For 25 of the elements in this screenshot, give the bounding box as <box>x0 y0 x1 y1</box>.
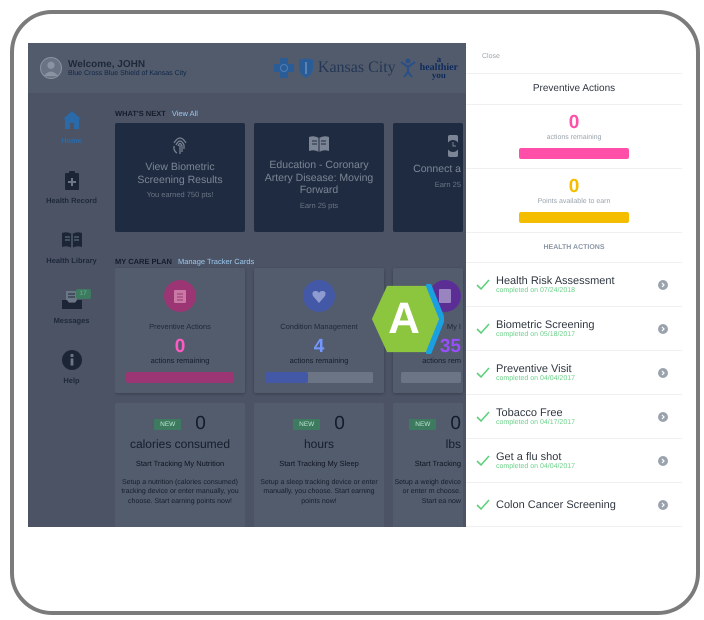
action-name: Tobacco Free <box>496 407 563 419</box>
action-count: 35 <box>440 337 461 356</box>
card-title: Connect a <box>413 163 461 176</box>
step-letter: A <box>387 293 421 345</box>
action-name: Preventive Visit <box>496 363 572 375</box>
card-title: View Biometric Screening Results <box>136 161 224 186</box>
tracker-value: 0 <box>195 413 206 435</box>
tracker-unit: calories consumed <box>130 437 230 451</box>
action-count: 0 <box>174 337 186 356</box>
action-name: Get a flu shot <box>496 451 562 463</box>
tracker-unit: lbs <box>446 437 461 451</box>
card-title: Education - Coronary Artery Disease: Moving Forward <box>264 159 374 197</box>
action-name: Biometric Screening <box>496 319 596 331</box>
action-name: Health Risk Assessment <box>496 275 616 287</box>
tagline-text: healthier <box>420 64 458 72</box>
tagline-text: you <box>432 72 446 80</box>
tracker-value: 0 <box>334 413 345 435</box>
stat-value: 0 <box>568 177 580 196</box>
tracker-unit: hours <box>304 437 334 451</box>
action-name: Colon Cancer Screening <box>496 498 617 510</box>
action-count: 4 <box>314 337 324 356</box>
stat-value: 0 <box>568 113 580 132</box>
tagline-text: a <box>436 56 442 64</box>
tracker-value: 0 <box>450 413 461 435</box>
drawer-title: Preventive Actions <box>532 83 616 94</box>
